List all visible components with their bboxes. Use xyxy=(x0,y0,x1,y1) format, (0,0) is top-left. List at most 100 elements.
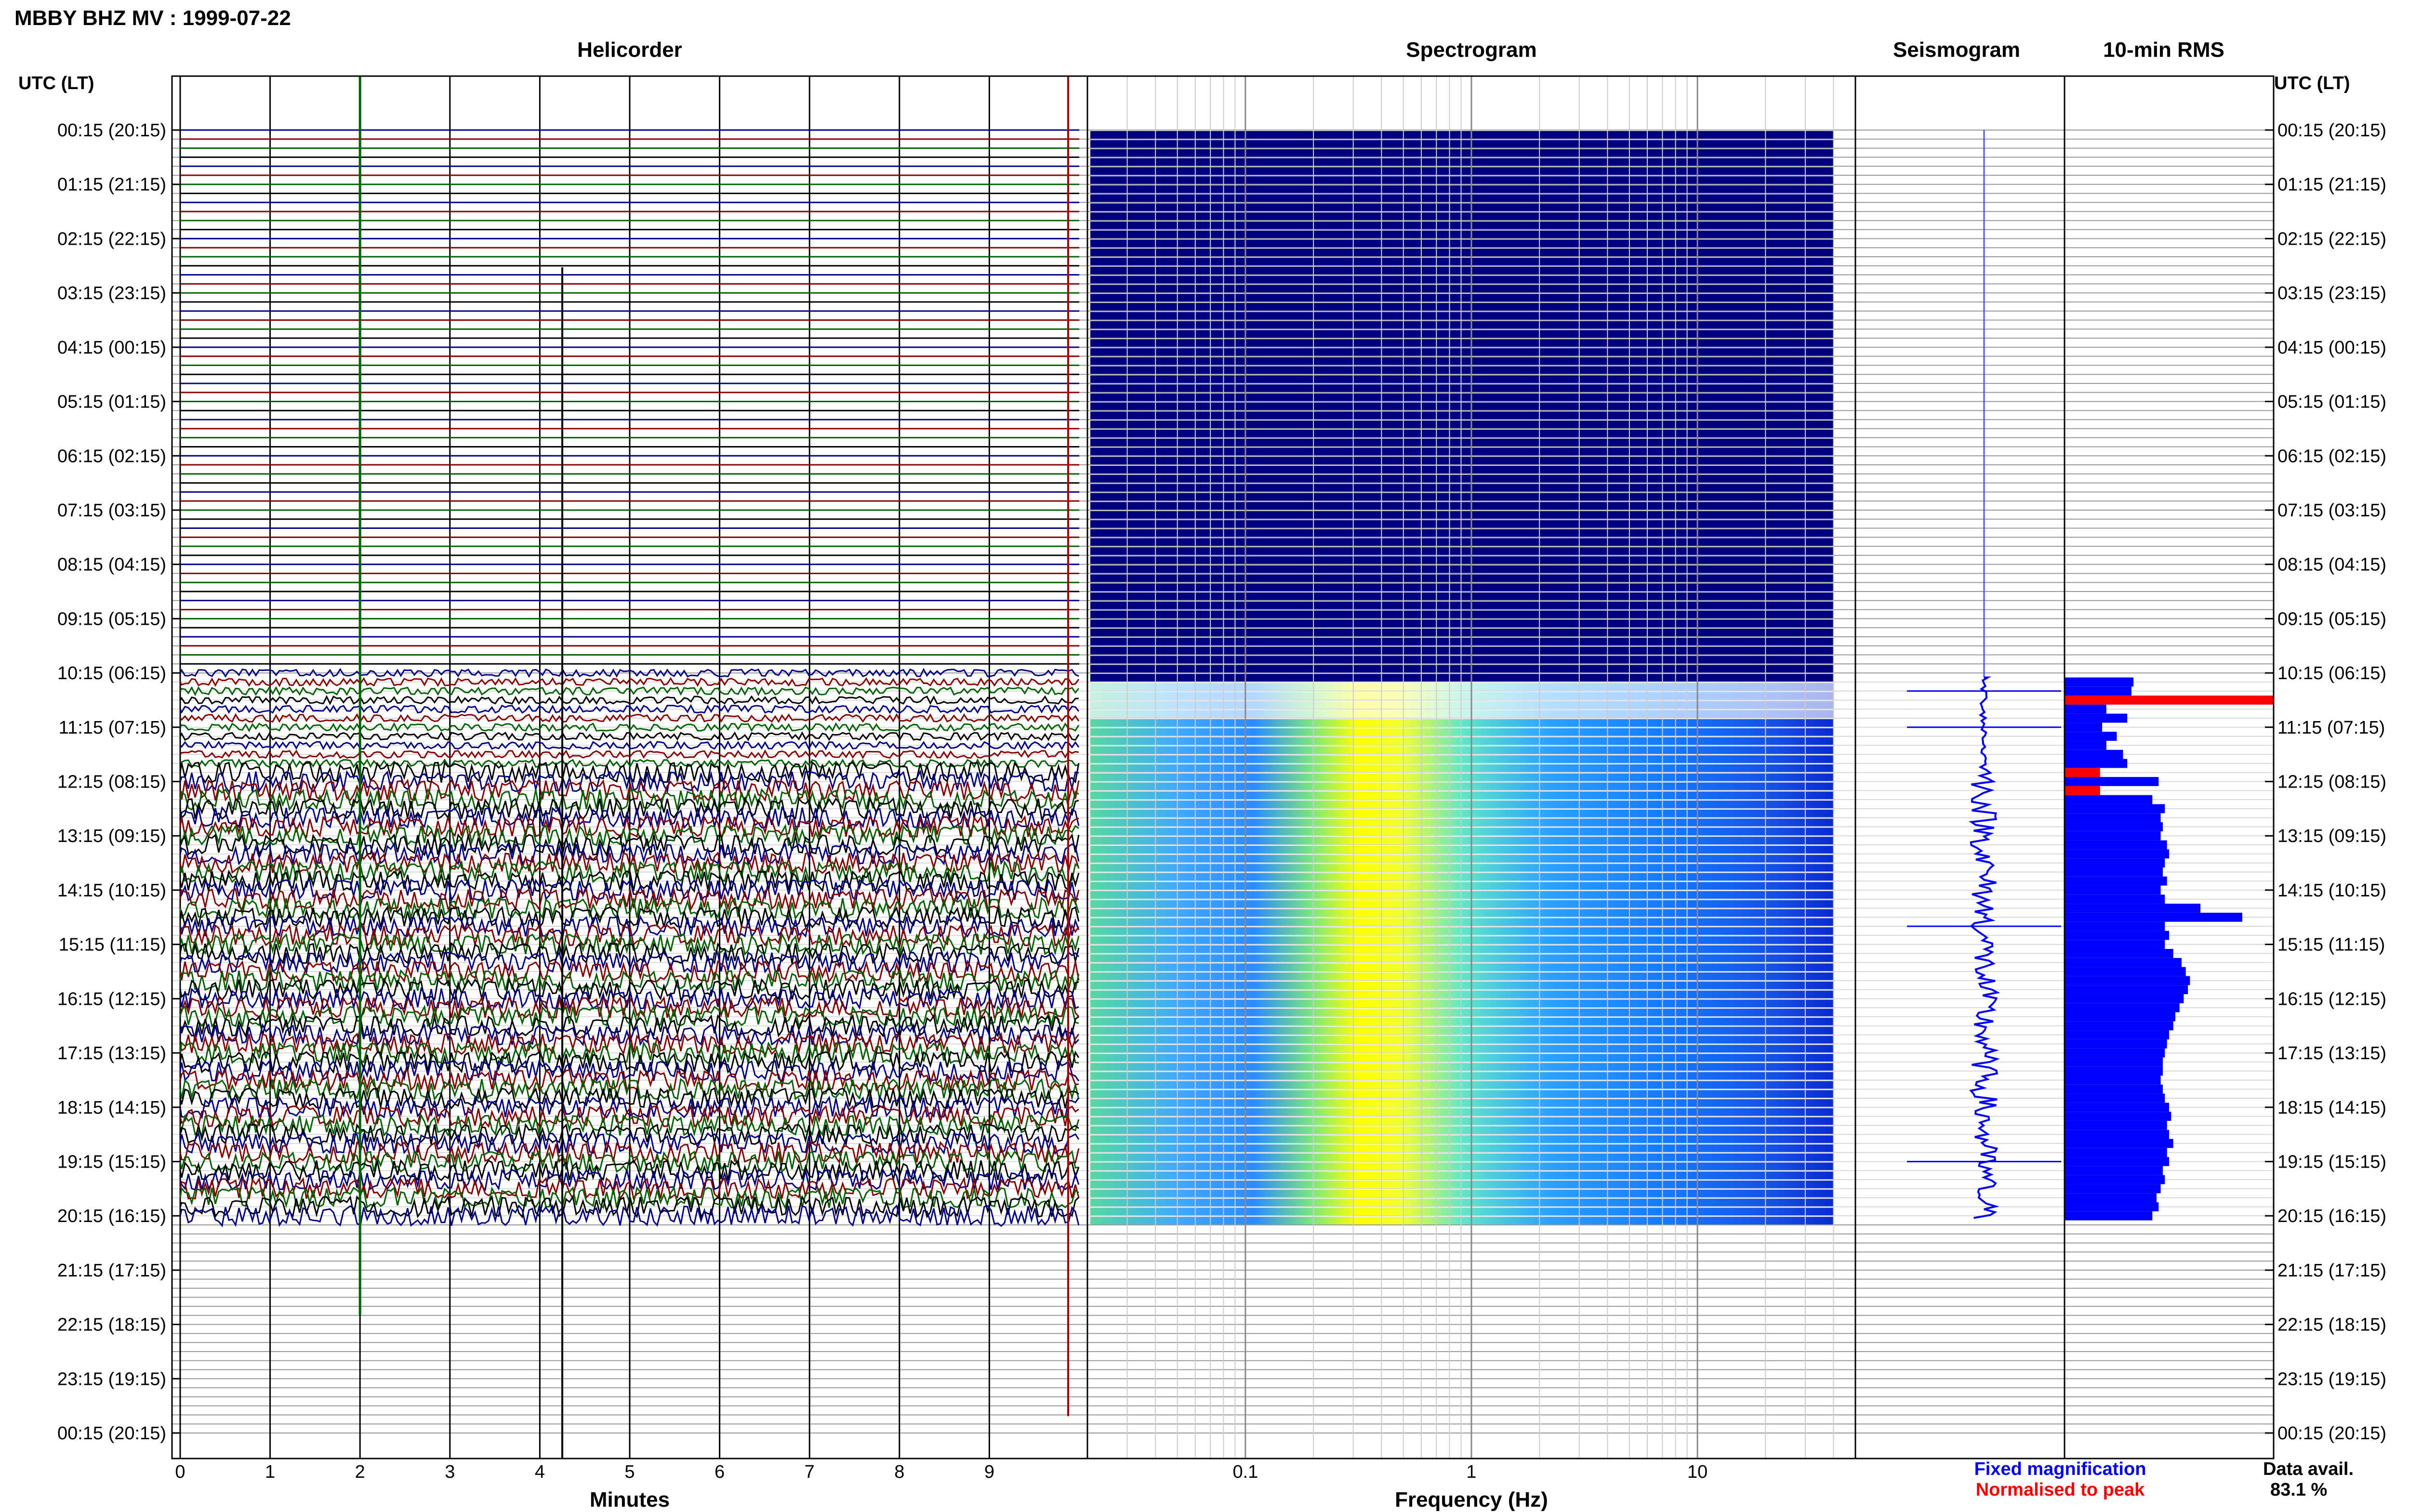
time-labels-left: 00:15 (20:15) 01:15 (21:15) 02:15 (22:15) 0… xyxy=(57,120,181,1444)
rms-bar xyxy=(2065,696,2274,705)
spectrogram-row xyxy=(1090,574,1834,582)
time-label: 10:15 (06:15) xyxy=(57,663,166,684)
spectrogram-row xyxy=(1090,837,1834,844)
rms-bar xyxy=(2065,912,2242,922)
spectrogram-row xyxy=(1090,1181,1834,1188)
time-label: 04:15 (00:15) xyxy=(57,338,166,358)
helicorder-traces xyxy=(179,76,1080,1459)
time-label: 10:15 (06:15) xyxy=(2277,663,2386,684)
time-label: 07:15 (03:15) xyxy=(2277,500,2386,521)
helicorder-x-tick-label: 8 xyxy=(894,1462,904,1482)
spectrogram-row xyxy=(1090,728,1834,736)
spectrogram-row xyxy=(1090,1026,1834,1035)
spectrogram-x-tick-label: 0.1 xyxy=(1232,1462,1258,1482)
helicorder-x-tick-label: 7 xyxy=(805,1462,815,1482)
spectrogram-row xyxy=(1090,402,1834,410)
time-label: 13:15 (09:15) xyxy=(2277,826,2386,846)
rms-bar xyxy=(2065,1112,2171,1121)
time-label: 04:15 (00:15) xyxy=(2277,338,2386,358)
time-label: 05:15 (01:15) xyxy=(2277,392,2386,412)
time-label: 00:15 (20:15) xyxy=(2277,1423,2386,1444)
spectrogram-row xyxy=(1090,828,1834,836)
rms-bar xyxy=(2065,1202,2159,1211)
rms-bar xyxy=(2065,1012,2175,1022)
rms-bar xyxy=(2065,1184,2161,1194)
rms-bar xyxy=(2065,876,2167,886)
spectrogram-row xyxy=(1090,773,1834,781)
time-label: 01:15 (21:15) xyxy=(2277,175,2386,195)
time-label: 00:15 (20:15) xyxy=(57,120,166,141)
spectrogram-row xyxy=(1090,1081,1834,1089)
spectrogram-row xyxy=(1090,131,1834,139)
rms-bar xyxy=(2065,1093,2165,1103)
seismogram-title: Seismogram xyxy=(1893,38,2020,62)
helicorder-title: Helicorder xyxy=(577,38,682,62)
rms-bar xyxy=(2065,786,2100,795)
time-label: 15:15 (11:15) xyxy=(59,935,166,955)
rms-bar xyxy=(2065,1139,2173,1148)
time-label: 22:15 (18:15) xyxy=(57,1315,166,1335)
spectrogram-row xyxy=(1090,674,1834,682)
spectrogram-row xyxy=(1090,1108,1834,1116)
rms-bar xyxy=(2065,813,2161,823)
spectrogram-row xyxy=(1090,1045,1834,1053)
spectrogram-row xyxy=(1090,791,1834,800)
time-label: 20:15 (16:15) xyxy=(2277,1206,2386,1226)
spectrogram-row xyxy=(1090,312,1834,320)
rms-bar xyxy=(2065,1084,2163,1094)
rms-bar xyxy=(2065,1148,2167,1157)
rms-bar xyxy=(2065,795,2153,804)
spectrogram-row xyxy=(1090,484,1834,492)
left-axis-header: UTC (LT) xyxy=(18,73,94,93)
time-label: 09:15 (05:15) xyxy=(2277,609,2386,629)
rms-bar xyxy=(2065,949,2173,958)
helicorder-x-tick-label: 1 xyxy=(265,1462,275,1482)
time-label: 19:15 (15:15) xyxy=(57,1152,166,1172)
rms-bar xyxy=(2065,958,2182,967)
spectrogram-row xyxy=(1090,809,1834,817)
rms-bar xyxy=(2065,867,2163,877)
rms-bar xyxy=(2065,894,2165,904)
rms-bar xyxy=(2065,976,2190,986)
spectrogram-row xyxy=(1090,239,1834,248)
spectrogram-row xyxy=(1090,1208,1834,1216)
spectrogram-row xyxy=(1090,294,1834,302)
spectrogram-row xyxy=(1090,900,1834,908)
rms-bar xyxy=(2065,858,2165,868)
rms-bar xyxy=(2065,1211,2153,1221)
spectrogram-x-tick-label: 10 xyxy=(1687,1462,1707,1482)
helicorder-x-tick-label: 0 xyxy=(175,1462,185,1482)
time-label: 07:15 (03:15) xyxy=(57,500,166,521)
spectrogram-row xyxy=(1090,665,1834,673)
spectrogram-row xyxy=(1090,1017,1834,1026)
time-label: 13:15 (09:15) xyxy=(57,826,166,846)
helicorder-xlabel: Minutes xyxy=(590,1488,670,1512)
spectrogram-row xyxy=(1090,158,1834,166)
helicorder-x-tick-label: 4 xyxy=(535,1462,545,1482)
spectrogram-row xyxy=(1090,212,1834,220)
rms-bar xyxy=(2065,931,2169,940)
spectrogram-row xyxy=(1090,864,1834,872)
spectrogram-row xyxy=(1090,909,1834,917)
rms-bar xyxy=(2065,940,2165,949)
time-label: 11:15 (07:15) xyxy=(59,718,166,738)
spectrogram-title: Spectrogram xyxy=(1406,38,1536,62)
rms-bar xyxy=(2065,713,2128,723)
spectrogram-row xyxy=(1090,801,1834,808)
spectrogram-row xyxy=(1090,502,1834,510)
spectrogram-row xyxy=(1090,719,1834,727)
spectrogram-row xyxy=(1090,257,1834,265)
spectrogram-row xyxy=(1090,466,1834,473)
rms-bar xyxy=(2065,1193,2157,1202)
time-label: 12:15 (08:15) xyxy=(57,772,166,792)
spectrogram-row xyxy=(1090,357,1834,365)
rms-bar xyxy=(2065,1057,2163,1067)
spectrogram-row xyxy=(1090,366,1834,374)
rms-bar xyxy=(2065,1048,2165,1058)
spectrogram-row xyxy=(1090,990,1834,999)
figure-title: MBBY BHZ MV : 1999-07-22 xyxy=(14,6,291,30)
time-label: 03:15 (23:15) xyxy=(57,283,166,303)
rms-bar xyxy=(2065,759,2128,768)
spectrogram-row xyxy=(1090,529,1834,537)
spectrogram-row xyxy=(1090,1189,1834,1197)
